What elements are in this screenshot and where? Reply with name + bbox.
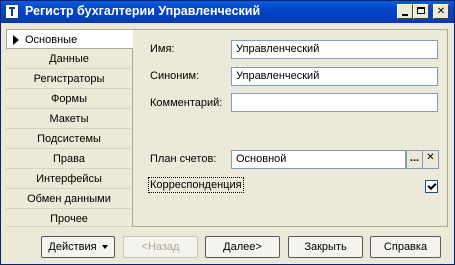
minimize-icon — [402, 14, 408, 16]
tab-data[interactable]: Данные — [6, 49, 133, 69]
checkmark-icon — [427, 180, 437, 191]
tab-label: Обмен данными — [27, 193, 111, 205]
app-icon — [5, 4, 19, 19]
properties-panel: Имя: Управленческий Синоним: Управленчес… — [133, 29, 448, 227]
current-tab-arrow-icon — [13, 35, 19, 45]
correspondence-checkbox[interactable] — [425, 180, 438, 193]
close-button[interactable]: Закрыть — [288, 236, 363, 258]
actions-button-label: Действия — [48, 241, 97, 253]
tab-list: Основные Данные Регистраторы Формы Макет… — [6, 29, 133, 227]
synonym-field[interactable]: Управленческий — [231, 67, 438, 86]
close-icon: ✕ — [436, 6, 446, 17]
window-title: Регистр бухгалтерии Управленческий — [25, 4, 261, 18]
synonym-label: Синоним: — [150, 70, 200, 82]
tab-label: Формы — [50, 93, 88, 105]
tab-label: Подсистемы — [37, 133, 101, 145]
next-button[interactable]: Далее> — [205, 236, 280, 258]
actions-button[interactable]: Действия — [41, 236, 115, 258]
tab-label: Интерфейсы — [36, 173, 102, 185]
maximize-button[interactable] — [413, 4, 429, 19]
name-label: Имя: — [150, 43, 175, 55]
tab-label: Права — [53, 153, 85, 165]
clear-chart-of-accounts-button[interactable]: ✕ — [422, 150, 439, 169]
help-button[interactable]: Справка — [370, 236, 441, 258]
correspondence-label: Корреспонденция — [150, 179, 242, 191]
name-field[interactable]: Управленческий — [231, 40, 438, 59]
tab-rights[interactable]: Права — [6, 149, 133, 169]
tab-label: Прочее — [50, 213, 88, 225]
chart-of-accounts-field[interactable]: Основной — [231, 150, 406, 169]
dialog-window: Регистр бухгалтерии Управленческий ✕ Осн… — [0, 0, 455, 265]
tab-other[interactable]: Прочее — [6, 209, 133, 227]
tab-forms[interactable]: Формы — [6, 89, 133, 109]
tab-label: Основные — [25, 34, 78, 46]
tab-registrators[interactable]: Регистраторы — [6, 69, 133, 89]
minimize-button[interactable] — [397, 4, 413, 19]
tab-label: Регистраторы — [33, 73, 105, 85]
tab-label: Данные — [49, 53, 89, 65]
tab-basic[interactable]: Основные — [6, 29, 133, 49]
title-bar[interactable]: Регистр бухгалтерии Управленческий ✕ — [1, 1, 454, 23]
tab-data-exchange[interactable]: Обмен данными — [6, 189, 133, 209]
comment-field[interactable] — [231, 93, 438, 112]
back-button[interactable]: <Назад — [123, 236, 198, 258]
tab-subsystems[interactable]: Подсистемы — [6, 129, 133, 149]
comment-label: Комментарий: — [150, 97, 223, 109]
select-chart-of-accounts-button[interactable]: ... — [406, 150, 423, 169]
close-window-button[interactable]: ✕ — [433, 4, 449, 19]
tab-interfaces[interactable]: Интерфейсы — [6, 169, 133, 189]
chart-of-accounts-label: План счетов: — [150, 153, 217, 165]
maximize-icon — [417, 7, 425, 14]
dropdown-arrow-icon — [101, 245, 108, 250]
tab-label: Макеты — [49, 113, 89, 125]
tab-templates[interactable]: Макеты — [6, 109, 133, 129]
